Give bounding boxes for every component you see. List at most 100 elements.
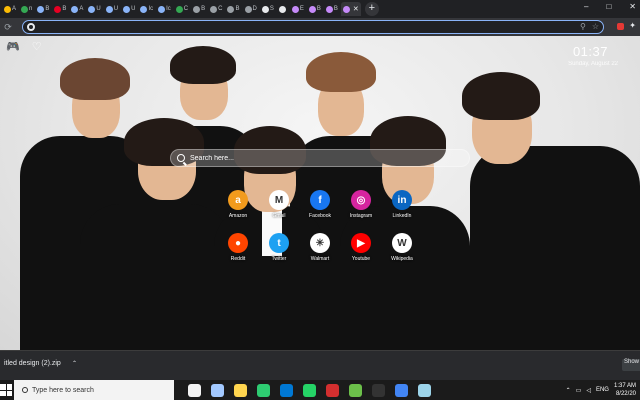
- tab-favicon-icon: [193, 5, 201, 13]
- omnibox-actions: ⚲ ☆: [580, 22, 599, 31]
- taskbar-app-icon[interactable]: [303, 383, 316, 397]
- browser-tab[interactable]: B: [307, 2, 323, 16]
- shortcut-label: Instagram: [349, 213, 373, 219]
- shortcut-reddit[interactable]: ● Reddit: [218, 233, 258, 262]
- extensions-puzzle-icon[interactable]: ✦: [629, 21, 636, 30]
- taskbar-app-icon[interactable]: [257, 383, 270, 397]
- network-icon[interactable]: ▭: [576, 387, 582, 394]
- download-item[interactable]: itled design (2).zip: [4, 360, 61, 367]
- tab-favicon-icon: [175, 5, 183, 13]
- shortcut-instagram[interactable]: ◎ Instagram: [341, 190, 381, 219]
- tab-label: A: [79, 6, 84, 12]
- language-indicator[interactable]: ENG: [596, 387, 609, 393]
- browser-tab[interactable]: C: [208, 2, 224, 16]
- show-all-button[interactable]: Show: [622, 359, 640, 371]
- taskbar-app-icon[interactable]: [326, 383, 339, 397]
- taskbar-app-icon[interactable]: [372, 383, 385, 397]
- tab-favicon-icon: [4, 5, 11, 13]
- browser-tab[interactable]: n: [19, 2, 34, 16]
- shortcut-twitter[interactable]: t Twitter: [259, 233, 299, 262]
- taskbar-app-icon[interactable]: [349, 383, 362, 397]
- gamepad-icon[interactable]: 🎮: [6, 40, 20, 53]
- browser-tab[interactable]: ✕: [340, 2, 361, 16]
- facebook-icon: f: [310, 190, 330, 210]
- tab-label: B: [333, 6, 338, 12]
- browser-tab[interactable]: A: [2, 2, 18, 16]
- shortcut-label: Amazon: [228, 213, 248, 219]
- shortcut-youtube[interactable]: ▶ Youtube: [341, 233, 381, 262]
- taskbar-app-icon[interactable]: [418, 383, 431, 397]
- search-input[interactable]: [190, 154, 450, 162]
- tab-favicon-icon: [210, 5, 218, 13]
- tab-favicon-icon: [54, 5, 62, 13]
- tab-favicon-icon: [123, 5, 131, 13]
- bookmark-star-icon[interactable]: ☆: [592, 22, 599, 31]
- browser-tab[interactable]: Ic: [156, 2, 173, 16]
- heart-icon[interactable]: ♡: [32, 40, 42, 53]
- google-icon: [27, 23, 35, 31]
- shortcut-label: Reddit: [230, 256, 246, 262]
- tray-clock[interactable]: 1:37 AM 8/22/20: [614, 382, 636, 398]
- windows-start-icon[interactable]: [0, 384, 12, 396]
- tab-favicon-icon: [88, 5, 96, 13]
- browser-tab[interactable]: A: [69, 2, 85, 16]
- taskbar-app-icon[interactable]: [280, 383, 293, 397]
- browser-tab[interactable]: B: [324, 2, 340, 16]
- tab-favicon-icon: [158, 5, 166, 13]
- minimize-button[interactable]: –: [584, 2, 588, 11]
- shortcut-gmail[interactable]: M Gmail: [259, 190, 299, 219]
- shortcut-label: Youtube: [351, 256, 371, 262]
- zoom-icon[interactable]: ⚲: [580, 22, 586, 31]
- browser-tab[interactable]: U: [86, 2, 102, 16]
- tab-label: E: [299, 6, 304, 12]
- tab-label: C: [218, 6, 223, 12]
- close-window-button[interactable]: ✕: [629, 2, 636, 11]
- shortcut-grid: a Amazon M Gmail f Facebook ◎ Instagram in Linked…: [218, 190, 422, 262]
- reload-icon[interactable]: ⟳: [0, 22, 16, 33]
- page-top-icons: 🎮 ♡: [6, 40, 42, 53]
- browser-tab[interactable]: S: [260, 2, 276, 16]
- shortcut-wikipedia[interactable]: W Wikipedia: [382, 233, 422, 262]
- reddit-icon: ●: [228, 233, 248, 253]
- browser-tab[interactable]: U: [104, 2, 120, 16]
- taskbar-app-icon[interactable]: [395, 383, 408, 397]
- extension-icon[interactable]: [617, 23, 625, 30]
- browser-tab[interactable]: [277, 2, 289, 16]
- browser-toolbar: ⟳ ⚲ ☆ ✦: [0, 18, 640, 36]
- taskbar-search[interactable]: Type here to search: [14, 380, 174, 400]
- chevron-up-icon[interactable]: ⌃: [566, 387, 571, 394]
- tab-label: S: [269, 6, 274, 12]
- new-tab-button[interactable]: +: [364, 2, 379, 16]
- shortcut-walmart[interactable]: ✳ Walmart: [300, 233, 340, 262]
- amazon-icon: a: [228, 190, 248, 210]
- browser-tab[interactable]: C: [174, 2, 190, 16]
- browser-tab[interactable]: U: [121, 2, 137, 16]
- maximize-button[interactable]: □: [606, 2, 611, 11]
- browser-tab[interactable]: B: [225, 2, 241, 16]
- shortcut-linkedin[interactable]: in LinkedIn: [382, 190, 422, 219]
- taskbar-app-icon[interactable]: [234, 383, 247, 397]
- shortcut-amazon[interactable]: a Amazon: [218, 190, 258, 219]
- tab-label: C: [183, 6, 189, 12]
- chevron-up-icon[interactable]: ⌃: [72, 360, 77, 367]
- taskbar-app-icon[interactable]: [211, 383, 224, 397]
- search-box[interactable]: [170, 149, 470, 167]
- tab-favicon-icon: [342, 5, 350, 13]
- taskbar-app-icon[interactable]: [188, 383, 201, 397]
- shortcut-facebook[interactable]: f Facebook: [300, 190, 340, 219]
- volume-icon[interactable]: ◁: [586, 387, 591, 394]
- browser-tab[interactable]: Ic: [138, 2, 155, 16]
- browser-tab[interactable]: B: [52, 2, 68, 16]
- browser-tab[interactable]: D: [243, 2, 259, 16]
- window-controls: – □ ✕: [584, 2, 636, 11]
- tab-favicon-icon: [325, 5, 333, 13]
- omnibox[interactable]: ⚲ ☆: [22, 20, 604, 34]
- close-tab-icon[interactable]: ✕: [353, 5, 359, 13]
- browser-tab[interactable]: B: [35, 2, 51, 16]
- address-input[interactable]: [39, 22, 559, 32]
- browser-tab[interactable]: B: [191, 2, 207, 16]
- tab-favicon-icon: [37, 5, 45, 13]
- tab-favicon-icon: [291, 5, 299, 13]
- tab-label: Ic: [166, 6, 171, 12]
- browser-tab[interactable]: E: [290, 2, 306, 16]
